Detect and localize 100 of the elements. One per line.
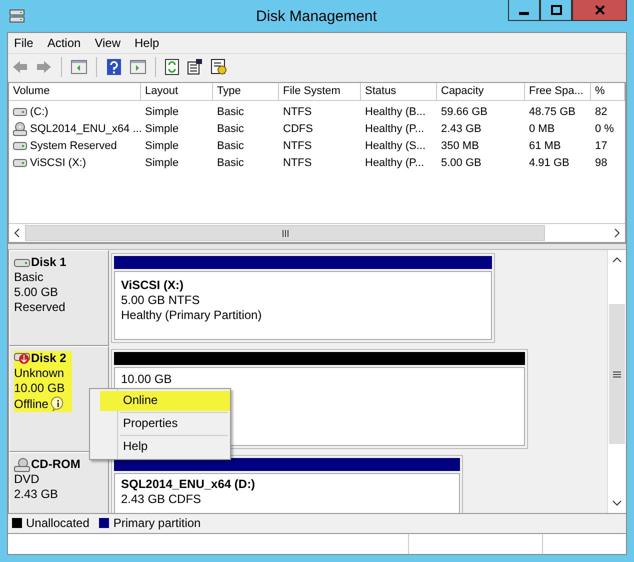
grip-icon — [613, 370, 621, 378]
column-header[interactable]: Volume — [9, 83, 141, 100]
table-cell: Simple — [145, 122, 179, 134]
back-arrow-icon — [12, 60, 28, 74]
forward-arrow-icon — [36, 60, 52, 74]
table-cell: NTFS — [283, 140, 312, 152]
table-cell: 17 — [595, 140, 608, 152]
window-pane-icon — [71, 60, 87, 74]
disk-drive-icon — [9, 9, 25, 23]
minimize-icon — [519, 12, 529, 14]
table-cell: CDFS — [283, 122, 313, 134]
column-header[interactable]: File System — [279, 83, 361, 100]
disk-name: Disk 1 — [31, 255, 66, 270]
splitter-bar[interactable] — [8, 243, 626, 250]
disk-detail: Reserved — [14, 300, 66, 315]
partition-detail: 10.00 GB — [121, 372, 173, 387]
disk-detail: DVD — [14, 472, 40, 487]
menu-item[interactable]: Online — [100, 391, 230, 411]
table-cell: Healthy (B... — [365, 106, 426, 118]
table-cell: Simple — [145, 156, 179, 168]
column-header[interactable]: Capacity — [437, 83, 525, 100]
close-button[interactable] — [572, 0, 627, 21]
drive-icon — [14, 258, 30, 266]
table-cell: Healthy (P... — [365, 156, 424, 168]
table-cell: Simple — [145, 106, 179, 118]
window-title: Disk Management — [255, 8, 378, 24]
scroll-up-icon — [612, 256, 622, 264]
scroll-down-icon — [612, 499, 622, 507]
menu-item[interactable]: Action — [47, 36, 81, 50]
settings-button[interactable] — [209, 58, 229, 76]
disk-label-panel[interactable]: Disk 1 Basic 5.00 GB Reserved — [9, 250, 109, 346]
drive-icon — [13, 108, 27, 116]
table-cell: NTFS — [283, 156, 312, 168]
drive-down-arrow-icon — [14, 352, 30, 364]
horizontal-scrollbar[interactable] — [9, 223, 625, 242]
menu-item[interactable]: View — [94, 36, 120, 50]
refresh-button[interactable] — [163, 58, 181, 76]
column-header[interactable]: % — [591, 83, 625, 100]
table-cell: 61 MB — [529, 140, 561, 152]
partition-detail: 2.43 GB CDFS — [121, 492, 202, 507]
table-cell: ViSCSI (X:) — [30, 156, 86, 168]
disk-detail: 2.43 GB — [14, 487, 58, 502]
partition-block[interactable]: SQL2014_ENU_x64 (D:) 2.43 GB CDFS — [111, 455, 463, 513]
table-cell: 98 — [595, 156, 608, 168]
scroll-right-icon — [613, 228, 621, 238]
table-cell: Healthy (S... — [365, 140, 426, 152]
partition-block[interactable]: ViSCSI (X:) 5.00 GB NTFS Healthy (Primary Partition) — [111, 253, 495, 343]
disk-name: CD-ROM — [31, 457, 80, 472]
table-cell: Simple — [145, 140, 179, 152]
properties-button[interactable] — [185, 58, 205, 76]
scrollbar-thumb[interactable] — [25, 225, 545, 241]
grip-icon — [282, 230, 288, 236]
column-header[interactable]: Layout — [141, 83, 213, 100]
minimize-button[interactable] — [508, 0, 540, 21]
window-pane-icon — [130, 60, 146, 74]
document-icon — [187, 59, 203, 75]
drive-icon — [13, 158, 27, 166]
table-cell: Basic — [217, 156, 244, 168]
drive-icon — [13, 142, 27, 150]
column-header[interactable]: Status — [361, 83, 437, 100]
column-header[interactable]: Free Spa... — [525, 83, 591, 100]
menu-item[interactable]: Help — [134, 36, 160, 50]
help-button[interactable] — [104, 58, 124, 76]
table-cell: Basic — [217, 140, 244, 152]
disk-detail: Unknown — [14, 366, 64, 381]
table-cell: 0 % — [595, 122, 614, 134]
disk-name: Disk 2 — [31, 351, 66, 366]
legend-label: Unallocated — [26, 516, 90, 530]
table-cell: System Reserved — [30, 140, 117, 152]
disk-detail: 10.00 GB — [14, 381, 65, 396]
table-cell: 59.66 GB — [441, 106, 488, 118]
table-cell: (C:) — [30, 106, 48, 118]
close-icon — [594, 5, 604, 15]
table-cell: Basic — [217, 122, 244, 134]
cd-drive-icon — [14, 458, 30, 472]
vertical-scrollbar[interactable] — [607, 250, 626, 513]
table-cell: 4.91 GB — [529, 156, 570, 168]
table-cell: Basic — [217, 106, 244, 118]
disk-detail: Basic — [14, 270, 44, 285]
disk-label-panel[interactable]: CD-ROM DVD 2.43 GB — [9, 452, 109, 513]
action-pane-button[interactable] — [128, 59, 148, 75]
scrollbar-thumb[interactable] — [609, 304, 625, 444]
console-tree-button[interactable] — [69, 59, 89, 75]
table-cell: NTFS — [283, 106, 312, 118]
help-icon — [106, 59, 122, 75]
table-cell: 48.75 GB — [529, 106, 576, 118]
column-header[interactable]: Type — [213, 83, 279, 100]
disk-detail: 5.00 GB — [14, 285, 58, 300]
table-cell: 2.43 GB — [441, 122, 482, 134]
table-cell: 350 MB — [441, 140, 479, 152]
table-cell: SQL2014_ENU_x64 ... — [30, 122, 141, 134]
refresh-icon — [165, 59, 179, 75]
partition-detail: 5.00 GB NTFS — [121, 293, 201, 308]
scroll-left-icon — [13, 228, 21, 238]
menu-item[interactable]: File — [14, 36, 34, 50]
table-cell: Healthy (P... — [365, 122, 424, 134]
table-cell: 0 MB — [529, 122, 555, 134]
maximize-button[interactable] — [540, 0, 572, 21]
settings-icon — [211, 59, 227, 75]
table-cell: 5.00 GB — [441, 156, 482, 168]
